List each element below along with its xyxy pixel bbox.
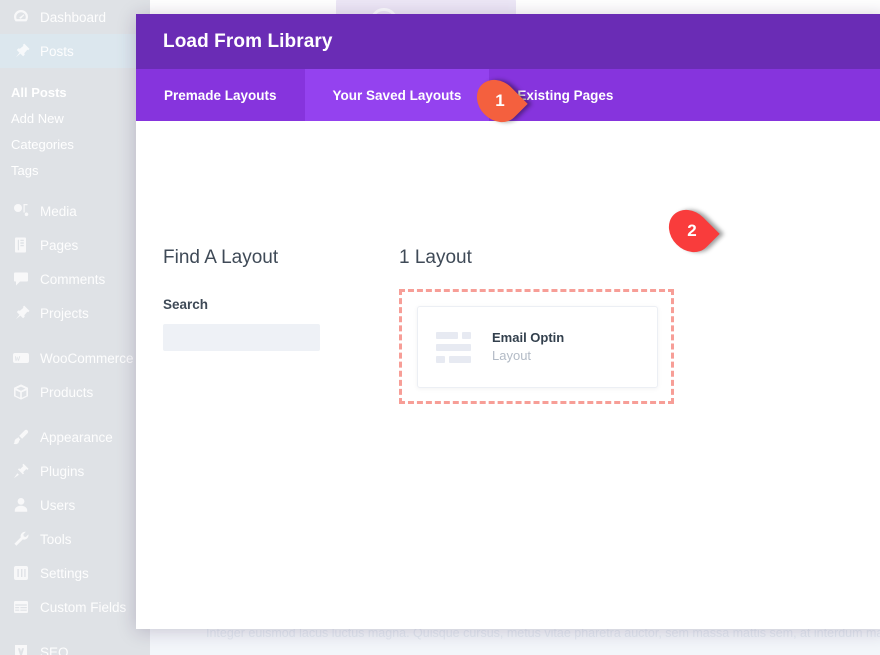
seo-icon — [11, 642, 31, 655]
thumb-bar — [436, 332, 458, 339]
sidebar-item-label: Products — [40, 385, 93, 400]
sidebar-spacer — [0, 624, 150, 635]
sidebar-item-settings[interactable]: Settings — [0, 556, 150, 590]
layout-name: Email Optin — [492, 329, 564, 347]
sidebar-subitem-label: All Posts — [11, 85, 67, 100]
thumb-bar — [436, 344, 471, 351]
annotation-marker-2: 2 — [667, 212, 713, 250]
pin-icon — [11, 303, 31, 323]
woocommerce-icon — [11, 348, 31, 368]
layouts-count: 1 Layout — [399, 247, 674, 269]
sidebar-item-label: Users — [40, 498, 75, 513]
load-from-library-modal: Load From Library Premade Layouts Your S… — [136, 14, 880, 629]
dashboard-icon — [11, 7, 31, 27]
marker-number: 2 — [667, 212, 713, 250]
sidebar-item-seo[interactable]: SEO — [0, 635, 150, 655]
marker-number: 1 — [475, 82, 521, 120]
sidebar-item-plugins[interactable]: Plugins — [0, 454, 150, 488]
pages-icon — [11, 235, 31, 255]
sidebar-item-label: Tools — [40, 532, 72, 547]
sidebar-item-label: Settings — [40, 566, 89, 581]
users-icon — [11, 495, 31, 515]
layout-highlight-box: Email Optin Layout — [399, 289, 674, 404]
thumb-bar — [462, 332, 471, 339]
sidebar-spacer — [0, 68, 150, 79]
sidebar-item-custom-fields[interactable]: Custom Fields — [0, 590, 150, 624]
sidebar-item-label: Posts — [40, 44, 74, 59]
thumb-row — [436, 344, 476, 351]
thumb-bar — [436, 356, 445, 363]
layout-card-email-optin[interactable]: Email Optin Layout — [417, 306, 658, 388]
sidebar-item-appearance[interactable]: Appearance — [0, 420, 150, 454]
sidebar-item-label: SEO — [40, 645, 69, 655]
sidebar-spacer — [0, 330, 150, 341]
sidebar-item-users[interactable]: Users — [0, 488, 150, 522]
thumb-row — [436, 332, 476, 339]
tab-label: Premade Layouts — [164, 88, 277, 103]
modal-body: Find A Layout Search 1 Layout — [136, 121, 880, 629]
tab-label: Existing Pages — [517, 88, 613, 103]
thumb-bar — [449, 356, 471, 363]
tab-your-saved-layouts[interactable]: Your Saved Layouts — [305, 69, 490, 121]
comments-icon — [11, 269, 31, 289]
search-input[interactable] — [163, 324, 320, 351]
sidebar-subitem-categories[interactable]: Categories — [0, 131, 150, 157]
sidebar-item-comments[interactable]: Comments — [0, 262, 150, 296]
media-icon — [11, 201, 31, 221]
screen-root: Integer euismod lacus luctus magna. Quis… — [0, 0, 880, 655]
sidebar-item-label: WooCommerce — [40, 351, 134, 366]
sidebar-item-projects[interactable]: Projects — [0, 296, 150, 330]
sidebar-subitem-label: Tags — [11, 163, 38, 178]
wp-admin-sidebar: Dashboard Posts All Posts Add New Catego… — [0, 0, 150, 655]
find-a-layout-panel: Find A Layout Search — [163, 247, 363, 351]
sidebar-item-label: Custom Fields — [40, 600, 126, 615]
layouts-panel: 1 Layout — [399, 247, 674, 404]
sidebar-subitem-tags[interactable]: Tags — [0, 157, 150, 183]
sidebar-subitem-all-posts[interactable]: All Posts — [0, 79, 150, 105]
products-icon — [11, 382, 31, 402]
plugins-icon — [11, 461, 31, 481]
sidebar-item-label: Media — [40, 204, 77, 219]
sidebar-item-products[interactable]: Products — [0, 375, 150, 409]
layout-type: Layout — [492, 347, 564, 365]
thumb-row — [436, 356, 476, 363]
sidebar-item-tools[interactable]: Tools — [0, 522, 150, 556]
sidebar-subitem-label: Categories — [11, 137, 74, 152]
custom-fields-icon — [11, 597, 31, 617]
sidebar-item-dashboard[interactable]: Dashboard — [0, 0, 150, 34]
sidebar-item-label: Projects — [40, 306, 89, 321]
sidebar-item-woocommerce[interactable]: WooCommerce — [0, 341, 150, 375]
sidebar-item-label: Dashboard — [40, 10, 106, 25]
brush-icon — [11, 427, 31, 447]
search-label: Search — [163, 297, 363, 312]
sidebar-item-label: Appearance — [40, 430, 113, 445]
find-a-layout-title: Find A Layout — [163, 247, 363, 269]
sidebar-item-posts[interactable]: Posts — [0, 34, 150, 68]
annotation-marker-1: 1 — [475, 82, 521, 120]
pin-icon — [11, 41, 31, 61]
sidebar-item-label: Plugins — [40, 464, 84, 479]
sidebar-spacer — [0, 183, 150, 194]
modal-title: Load From Library — [163, 31, 333, 53]
settings-icon — [11, 563, 31, 583]
sidebar-subitem-label: Add New — [11, 111, 64, 126]
sidebar-spacer — [0, 409, 150, 420]
sidebar-item-media[interactable]: Media — [0, 194, 150, 228]
wrench-icon — [11, 529, 31, 549]
layout-thumbnail-icon — [436, 329, 476, 365]
modal-header: Load From Library — [136, 14, 880, 69]
tab-premade-layouts[interactable]: Premade Layouts — [136, 69, 305, 121]
sidebar-item-label: Pages — [40, 238, 78, 253]
tab-label: Your Saved Layouts — [333, 88, 462, 103]
sidebar-item-pages[interactable]: Pages — [0, 228, 150, 262]
sidebar-item-label: Comments — [40, 272, 105, 287]
sidebar-subitem-add-new[interactable]: Add New — [0, 105, 150, 131]
layout-card-texts: Email Optin Layout — [492, 329, 564, 364]
